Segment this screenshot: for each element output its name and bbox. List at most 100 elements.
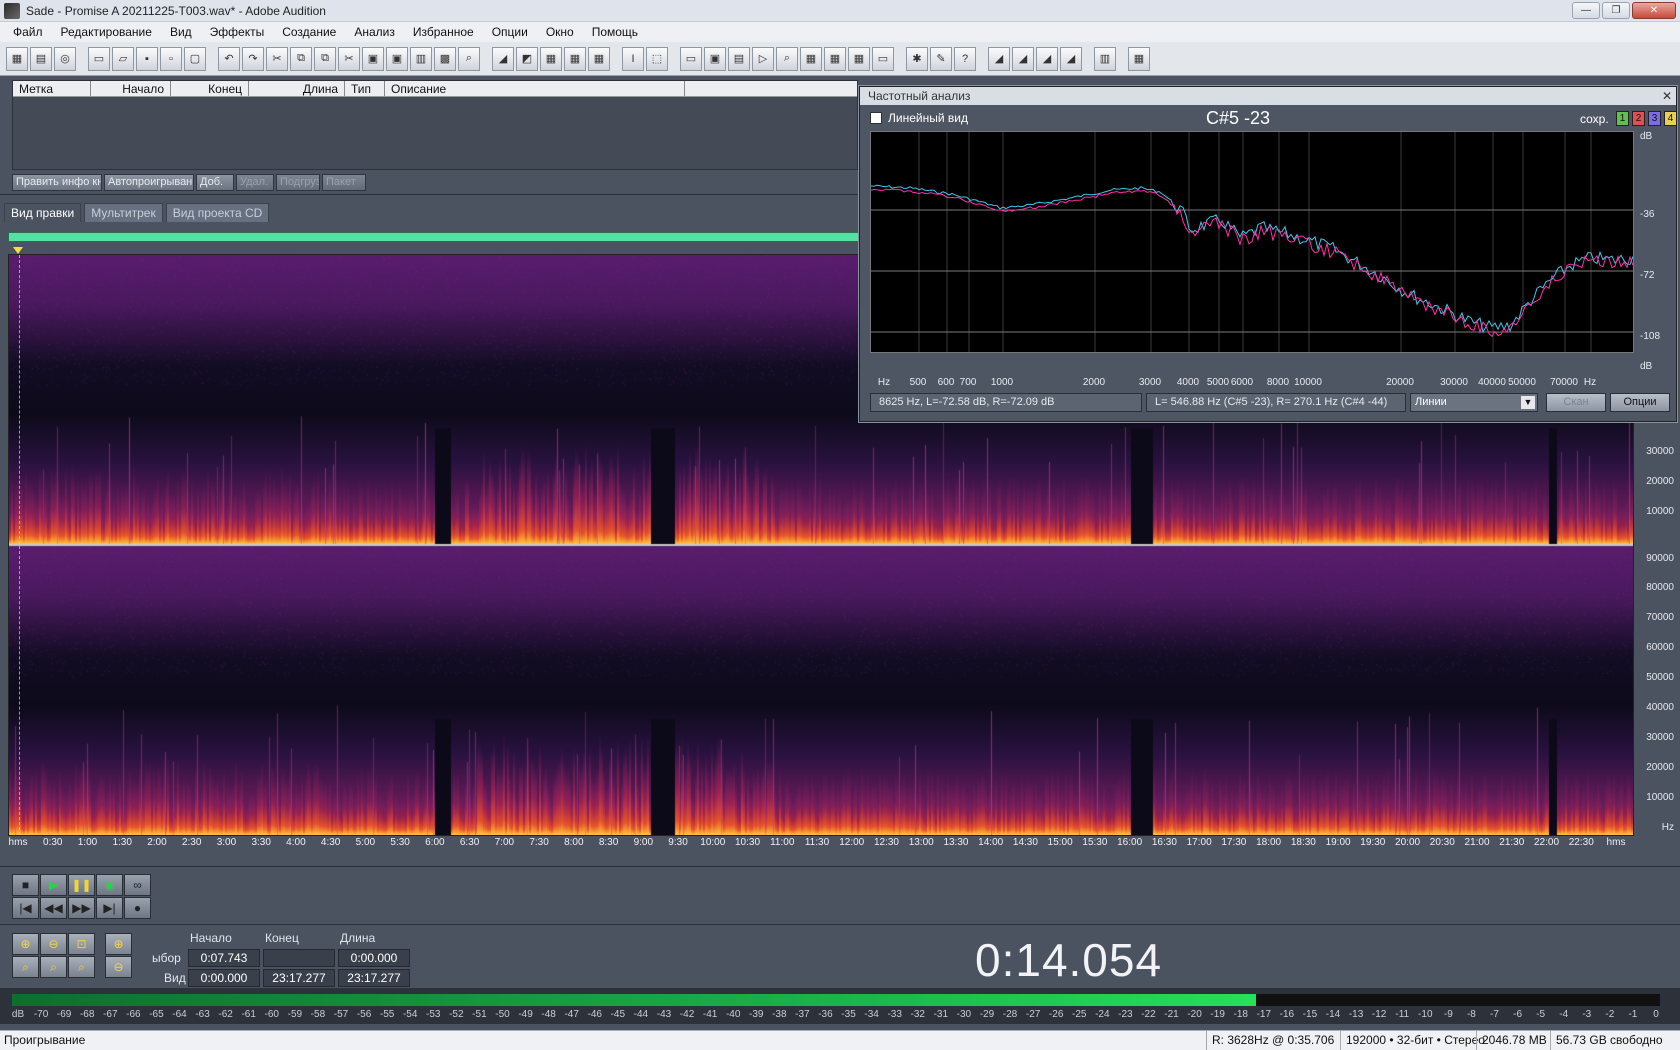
script-icon[interactable]: ✎: [930, 46, 952, 71]
marquee-tool-icon[interactable]: ⬚: [646, 46, 668, 71]
frequency-plot[interactable]: [870, 131, 1634, 353]
save-slot-1-button[interactable]: 1: [1616, 111, 1629, 126]
zoom-full-icon[interactable]: ⊡: [68, 933, 95, 955]
tab-edit-view[interactable]: Вид правки: [4, 203, 82, 222]
save-icon[interactable]: ▪: [136, 46, 158, 71]
open-file-icon[interactable]: ▱: [112, 46, 134, 71]
cd-icon[interactable]: ◎: [54, 46, 76, 71]
menu-view[interactable]: Вид: [161, 25, 201, 39]
mix-paste-icon[interactable]: ▥: [410, 46, 432, 71]
col-header-label[interactable]: Метка: [13, 81, 91, 96]
tab-multitrack[interactable]: Мультитрек: [84, 203, 163, 222]
zoom-window-icon[interactable]: ⌕: [776, 46, 798, 71]
go-to-end-icon[interactable]: ▶|: [96, 897, 123, 919]
stop-icon[interactable]: ■: [12, 874, 39, 896]
col-header-type[interactable]: Тип: [345, 81, 385, 96]
menu-favorites[interactable]: Избранное: [404, 25, 483, 39]
play-to-end-icon[interactable]: ◉: [96, 874, 123, 896]
fa-scan-button[interactable]: Скан: [1546, 393, 1606, 412]
redo-icon[interactable]: ↷: [242, 46, 264, 71]
fa-options-button[interactable]: Опции: [1610, 393, 1670, 412]
level-window-icon[interactable]: ▦: [848, 46, 870, 71]
col-header-description[interactable]: Описание: [385, 81, 685, 96]
window-icon-3[interactable]: ▤: [728, 46, 750, 71]
trim-silence-icon[interactable]: ▩: [434, 46, 456, 71]
close-file-icon[interactable]: ▢: [184, 46, 206, 71]
effect-icon-1[interactable]: ◢: [988, 46, 1010, 71]
delete-marker-button[interactable]: Удал.: [236, 174, 274, 191]
col-header-end[interactable]: Конец: [171, 81, 249, 96]
playhead-marker-icon[interactable]: [13, 247, 23, 254]
window-icon-2[interactable]: ▣: [704, 46, 726, 71]
trim-icon[interactable]: ✂: [338, 46, 360, 71]
save-slot-4-button[interactable]: 4: [1664, 111, 1677, 126]
spectral-phase-icon[interactable]: ▦: [564, 46, 586, 71]
settings-icon[interactable]: ✱: [906, 46, 928, 71]
view-end-field[interactable]: 23:17.277: [263, 969, 335, 987]
edit-cue-info-button[interactable]: Править инфо кн: [12, 174, 102, 191]
chevron-down-icon[interactable]: ▼: [1521, 396, 1535, 409]
zoom-left-icon[interactable]: ⌕: [12, 956, 39, 978]
zoom-selection-icon[interactable]: ⌕: [68, 956, 95, 978]
linear-view-checkbox[interactable]: [870, 112, 882, 124]
menu-file[interactable]: Файл: [4, 25, 52, 39]
time-ruler[interactable]: hms 0:30 1:00 1:30 2:00 2:30 3:00 3:30 4:00 4:30 5…: [8, 836, 1634, 852]
copy-new-icon[interactable]: ⧉: [314, 46, 336, 71]
pause-icon[interactable]: ❚❚: [68, 874, 95, 896]
zoom-out-vertical-icon[interactable]: ⊖: [105, 956, 132, 978]
mixer-icon[interactable]: ▥: [1094, 46, 1116, 71]
paste-new-icon[interactable]: ▣: [386, 46, 408, 71]
frequency-plot-svg[interactable]: [870, 132, 1634, 352]
view-length-field[interactable]: 23:17.277: [338, 969, 410, 987]
zoom-in-horizontal-icon[interactable]: ⊕: [12, 933, 39, 955]
minimize-button[interactable]: —: [1572, 2, 1600, 19]
save-slot-2-button[interactable]: 2: [1632, 111, 1645, 126]
zoom-out-horizontal-icon[interactable]: ⊖: [40, 933, 67, 955]
undo-icon[interactable]: ↶: [218, 46, 240, 71]
tab-cd-project[interactable]: Вид проекта CD: [165, 203, 270, 222]
col-header-length[interactable]: Длина: [249, 81, 345, 96]
time-window-icon[interactable]: ▦: [800, 46, 822, 71]
fast-forward-icon[interactable]: ▶▶: [68, 897, 95, 919]
close-button[interactable]: ✕: [1632, 2, 1676, 19]
save-slot-3-button[interactable]: 3: [1648, 111, 1661, 126]
marker-table[interactable]: Метка Начало Конец Длина Тип Описание: [12, 80, 858, 170]
edit-view-icon[interactable]: ▦: [6, 46, 28, 71]
calculator-icon[interactable]: ▦: [1128, 46, 1150, 71]
effect-icon-3[interactable]: ◢: [1036, 46, 1058, 71]
menu-edit[interactable]: Редактирование: [52, 25, 161, 39]
spectral-pan-icon[interactable]: ▦: [540, 46, 562, 71]
zoom-in-vertical-icon[interactable]: ⊕: [105, 933, 132, 955]
menu-analyze[interactable]: Анализ: [345, 25, 404, 39]
play-icon[interactable]: ▶: [40, 874, 67, 896]
search-icon[interactable]: ⌕: [458, 46, 480, 71]
selection-start-field[interactable]: 0:07.743: [188, 949, 260, 967]
save-all-icon[interactable]: ▫: [160, 46, 182, 71]
window-icon-1[interactable]: ▭: [680, 46, 702, 71]
new-file-icon[interactable]: ▭: [88, 46, 110, 71]
maximize-button[interactable]: ❐: [1602, 2, 1630, 19]
add-marker-button[interactable]: Доб.: [196, 174, 234, 191]
menu-window[interactable]: Окно: [537, 25, 583, 39]
selection-end-field[interactable]: [263, 949, 335, 967]
fa-close-icon[interactable]: ✕: [1662, 87, 1672, 105]
fa-mode-select[interactable]: Линии ▼: [1410, 393, 1538, 412]
col-header-start[interactable]: Начало: [91, 81, 171, 96]
status-window-icon[interactable]: ▭: [872, 46, 894, 71]
waveform-view-icon[interactable]: ◢: [492, 46, 514, 71]
spectral-view-icon[interactable]: ◩: [516, 46, 538, 71]
cut-icon[interactable]: ✂: [266, 46, 288, 71]
fa-title-bar[interactable]: Частотный анализ ✕: [860, 87, 1676, 105]
paste-icon[interactable]: ▣: [362, 46, 384, 71]
selection-length-field[interactable]: 0:00.000: [338, 949, 410, 967]
menu-help[interactable]: Помощь: [583, 25, 647, 39]
effect-icon-2[interactable]: ◢: [1012, 46, 1034, 71]
zoom-right-icon[interactable]: ⌕: [40, 956, 67, 978]
menu-options[interactable]: Опции: [483, 25, 537, 39]
record-icon[interactable]: ●: [124, 897, 151, 919]
multitrack-icon[interactable]: ▤: [30, 46, 52, 71]
spectral-bar-icon[interactable]: ▦: [588, 46, 610, 71]
loop-icon[interactable]: ∞: [124, 874, 151, 896]
go-to-start-icon[interactable]: |◀: [12, 897, 39, 919]
batch-button[interactable]: Пакет: [322, 174, 366, 191]
